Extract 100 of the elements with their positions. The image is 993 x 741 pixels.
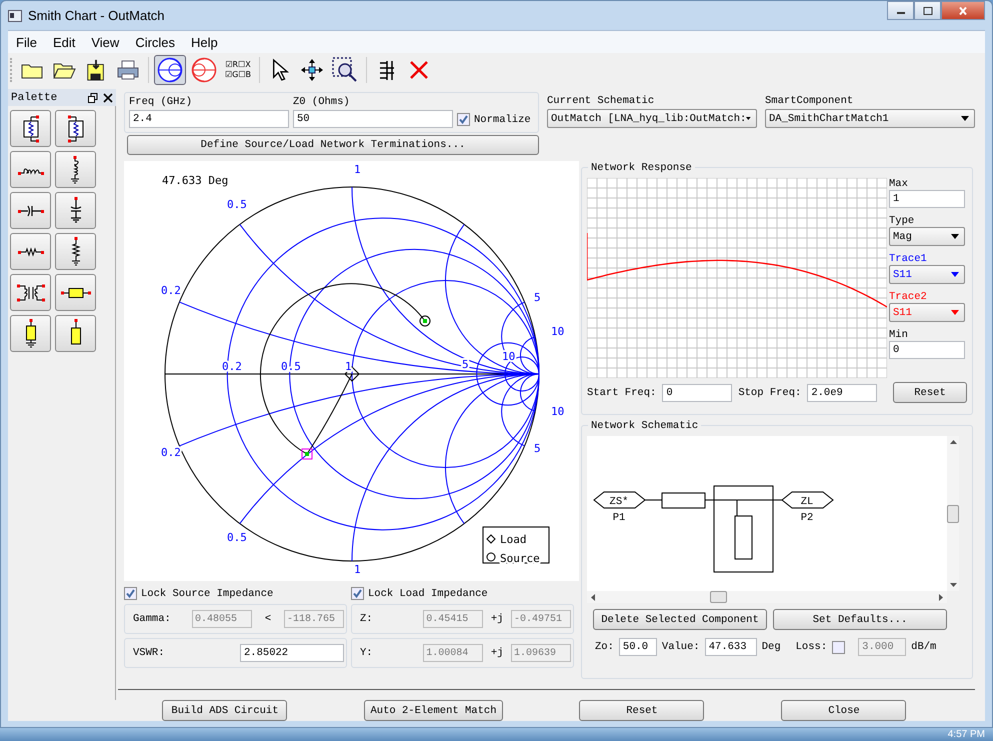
palette-button[interactable] bbox=[10, 233, 51, 270]
z0-input[interactable]: 50 bbox=[293, 110, 453, 128]
angle-symbol: < bbox=[264, 613, 272, 625]
freq-label: Freq (GHz) bbox=[129, 96, 194, 108]
trace-label: Trace1 bbox=[889, 253, 928, 265]
vertical-scrollbar[interactable] bbox=[947, 436, 959, 591]
z0-label: Z0 (Ohms) bbox=[293, 96, 351, 108]
chart-label: 1 bbox=[345, 360, 352, 373]
palette-button[interactable] bbox=[10, 151, 51, 188]
footer-button[interactable]: Reset bbox=[579, 700, 704, 721]
max-field[interactable]: 1 bbox=[889, 190, 965, 208]
menu-item[interactable]: Edit bbox=[44, 34, 84, 50]
max-label: Max bbox=[889, 178, 909, 190]
float-icon[interactable] bbox=[88, 92, 98, 102]
schematic-button[interactable]: Delete Selected Component bbox=[593, 609, 767, 630]
chart-label: 0.2 bbox=[161, 446, 181, 459]
floppy-disk-icon bbox=[85, 58, 107, 82]
chart-label: 1 bbox=[354, 163, 361, 176]
app-icon bbox=[8, 10, 22, 22]
transmission-line-icon bbox=[60, 286, 90, 298]
schematic-dropdown[interactable]: OutMatch [LNA_hyq_lib:OutMatch: bbox=[547, 109, 757, 128]
freq-input[interactable]: 2.4 bbox=[129, 110, 289, 128]
maximize-icon bbox=[922, 6, 932, 14]
vswr-field[interactable]: 2.85022 bbox=[240, 644, 344, 662]
move-arrows-icon bbox=[300, 58, 324, 82]
zo-field[interactable]: 50.0 bbox=[618, 638, 657, 656]
define-terminations-button[interactable]: Define Source/Load Network Terminations... bbox=[127, 135, 539, 155]
normalize-checkbox[interactable] bbox=[457, 113, 470, 126]
close-icon[interactable] bbox=[103, 92, 113, 102]
close-button[interactable] bbox=[941, 1, 985, 20]
menu-item[interactable]: File bbox=[8, 34, 45, 50]
min-field[interactable]: 0 bbox=[889, 341, 965, 359]
footer-button[interactable]: Close bbox=[781, 700, 906, 721]
palette-button[interactable] bbox=[55, 192, 96, 229]
gamma-label: Gamma: bbox=[133, 613, 172, 625]
chart-label: 0.5 bbox=[227, 198, 247, 211]
y-label: Y: bbox=[360, 647, 374, 659]
transformer-icon bbox=[16, 282, 44, 302]
menu-item[interactable]: View bbox=[83, 34, 128, 50]
menu-item[interactable]: Help bbox=[183, 34, 226, 50]
footer-button[interactable]: Auto 2-Element Match bbox=[364, 700, 502, 721]
admittance-chart-icon bbox=[191, 56, 217, 82]
capacitor-icon bbox=[18, 204, 44, 218]
maximize-button[interactable] bbox=[914, 1, 941, 20]
palette-button[interactable] bbox=[55, 110, 96, 147]
reset-button[interactable]: Reset bbox=[893, 382, 967, 403]
pointer-icon bbox=[271, 58, 290, 82]
clock: 4:57 PM bbox=[948, 729, 985, 740]
stop-freq-field[interactable]: 2.0e9 bbox=[807, 384, 878, 402]
port-impedance: ZS* bbox=[610, 496, 628, 508]
printer-icon bbox=[116, 58, 140, 80]
legend-box bbox=[482, 526, 550, 564]
menu-item[interactable]: Circles bbox=[127, 34, 184, 50]
scroll-thumb[interactable] bbox=[710, 591, 727, 603]
port-symbol bbox=[593, 492, 646, 508]
minimize-button[interactable] bbox=[887, 1, 914, 20]
chart-label: 10 bbox=[551, 405, 564, 418]
zoom-icon bbox=[332, 56, 358, 82]
circle-labels-text: ☑R☐X bbox=[225, 60, 252, 70]
palette-button[interactable] bbox=[10, 315, 51, 352]
normalize-label: Normalize bbox=[474, 114, 531, 126]
palette-button[interactable] bbox=[55, 274, 96, 311]
trace-dropdown[interactable]: S11 bbox=[889, 265, 965, 284]
lock-source-checkbox[interactable] bbox=[124, 587, 137, 600]
imaginary-operator: +j bbox=[490, 647, 504, 659]
horizontal-scrollbar[interactable] bbox=[587, 591, 947, 603]
network-response-title: Network Response bbox=[588, 162, 695, 174]
smith-chart-icon bbox=[157, 56, 183, 82]
type-label: Type bbox=[889, 215, 916, 227]
chart-label: 5 bbox=[534, 442, 541, 455]
scroll-thumb[interactable] bbox=[947, 504, 959, 522]
palette-button[interactable] bbox=[55, 233, 96, 270]
palette-button[interactable] bbox=[10, 274, 51, 311]
type-dropdown[interactable]: Mag bbox=[889, 227, 965, 246]
scroll-up-icon[interactable] bbox=[950, 440, 956, 444]
footer-button[interactable]: Build ADS Circuit bbox=[162, 700, 288, 721]
start-freq-field[interactable]: 0 bbox=[662, 384, 732, 402]
dropdown-arrow-icon bbox=[951, 234, 959, 239]
toolbar-button[interactable]: ☑R☐X ☑G☐B bbox=[222, 54, 254, 84]
schematic-button[interactable]: Set Defaults... bbox=[773, 609, 947, 630]
palette-button[interactable] bbox=[10, 192, 51, 229]
diamond-icon bbox=[486, 534, 496, 544]
palette-button[interactable] bbox=[55, 151, 96, 188]
palette-button[interactable] bbox=[10, 110, 51, 147]
delete-icon bbox=[408, 58, 430, 80]
toolbar-button[interactable] bbox=[154, 54, 186, 84]
smart-component-dropdown[interactable]: DA_SmithChartMatch1 bbox=[765, 109, 975, 128]
chart-label: 0.2 bbox=[161, 284, 181, 297]
palette-button[interactable] bbox=[55, 315, 96, 352]
smart-component-label: SmartComponent bbox=[765, 95, 854, 107]
unit-label: Deg bbox=[762, 641, 781, 653]
scroll-left-icon[interactable] bbox=[591, 594, 595, 600]
scroll-right-icon[interactable] bbox=[939, 594, 943, 600]
chart-label: 1 bbox=[354, 563, 361, 576]
scroll-down-icon[interactable] bbox=[950, 583, 956, 587]
port-impedance: ZL bbox=[800, 496, 814, 508]
lock-load-checkbox[interactable] bbox=[351, 587, 364, 600]
zo-label: Zo: bbox=[595, 641, 614, 653]
value-field[interactable]: 47.633 bbox=[704, 638, 757, 656]
vswr-label: VSWR: bbox=[133, 647, 166, 659]
